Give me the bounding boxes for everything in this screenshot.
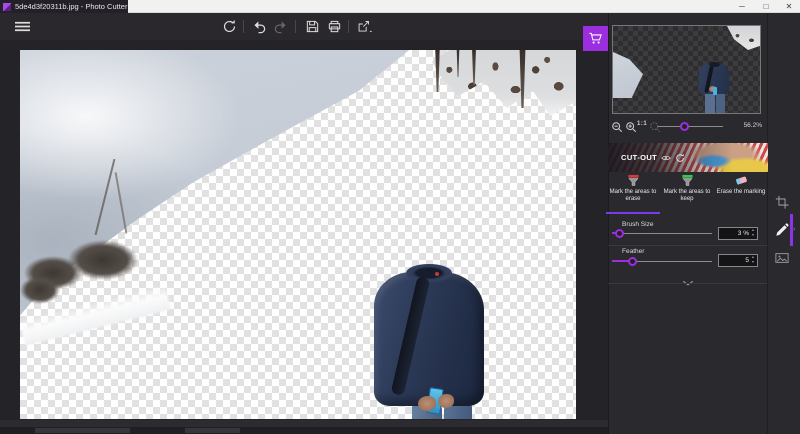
chevron-up-icon[interactable] (682, 136, 694, 142)
maximize-button[interactable]: □ (754, 0, 778, 13)
remaining-trees-region (432, 50, 576, 116)
selected-tool-underline (606, 212, 660, 214)
preview-sky (613, 52, 643, 98)
green-marker-icon (680, 174, 695, 187)
preview-person (713, 87, 717, 95)
spinner-arrows[interactable]: ▲▼ (750, 228, 756, 239)
hamburger-icon[interactable] (14, 18, 31, 35)
spinner-arrows[interactable]: ▲▼ (750, 255, 756, 266)
thumbnail-fragment (185, 428, 240, 433)
chevron-down-icon[interactable] (682, 273, 694, 279)
panel-expander-chevron[interactable]: › (793, 225, 799, 235)
thumbnail-fragment (35, 428, 130, 433)
tool-erase-marking[interactable]: Erase the marking (714, 174, 768, 212)
reset-icon[interactable] (221, 18, 238, 35)
tool-mark-keep[interactable]: Mark the areas to keep (660, 174, 714, 212)
pencil-icon[interactable] (774, 222, 790, 238)
filmstrip-collapse-bar[interactable] (0, 420, 608, 427)
save-icon[interactable] (304, 18, 321, 35)
bush-silhouette (20, 276, 60, 304)
navigator-preview[interactable] (612, 25, 761, 114)
eye-icon[interactable] (661, 153, 671, 163)
red-marker-icon (626, 174, 641, 187)
person-collar (406, 264, 452, 282)
zoom-slider-thumb[interactable] (680, 122, 689, 131)
title-bar: 5de4d3f20311b.jpg - Photo Cutter ─ □ ✕ (0, 0, 800, 13)
zoom-out-icon[interactable] (610, 120, 623, 133)
panel-divider (767, 13, 768, 434)
title-bar-dark-segment: 5de4d3f20311b.jpg - Photo Cutter (0, 0, 128, 13)
zoom-slider-track[interactable] (658, 126, 723, 127)
main-toolbar (0, 13, 608, 40)
photo-cutter-window: 5de4d3f20311b.jpg - Photo Cutter ─ □ ✕ (0, 0, 800, 434)
brush-size-input[interactable]: 3 % ▲▼ (718, 227, 758, 240)
brush-size-label: Brush Size (622, 221, 653, 228)
reset-icon[interactable] (675, 153, 685, 163)
crop-icon[interactable] (774, 194, 790, 210)
remaining-sky-region (20, 50, 576, 419)
cutout-banner: CUT-OUT (608, 143, 768, 172)
feather-input[interactable]: 5 ▲▼ (718, 254, 758, 267)
feather-label: Feather (622, 248, 644, 255)
minimize-button[interactable]: ─ (730, 0, 754, 13)
zoom-value: 56.2% (730, 122, 762, 129)
thumbnail-filmstrip[interactable] (0, 427, 608, 434)
person-hand (418, 396, 436, 411)
app-icon (3, 3, 11, 11)
bush-silhouette (68, 240, 138, 280)
section-divider (608, 245, 767, 246)
brush-size-slider-thumb[interactable] (615, 229, 624, 238)
one-to-one-icon[interactable]: 1:1 (637, 121, 647, 127)
image-canvas[interactable] (20, 50, 576, 419)
close-button[interactable]: ✕ (777, 0, 800, 13)
zipper-pull (435, 272, 439, 276)
tool-mark-erase[interactable]: Mark the areas to erase (606, 174, 660, 212)
person-hand (438, 394, 454, 408)
zoom-in-icon[interactable] (624, 120, 637, 133)
section-divider (608, 283, 767, 284)
preview-person (716, 92, 725, 114)
preview-person (705, 92, 715, 114)
preview-trunk (709, 26, 713, 38)
shopping-cart-icon (588, 31, 603, 46)
eraser-icon (734, 174, 749, 187)
headless-person-cutout (368, 258, 490, 419)
preview-trees (727, 26, 761, 50)
cutout-title: CUT-OUT (621, 153, 657, 162)
image-icon[interactable] (774, 250, 790, 266)
person-jacket (374, 272, 484, 406)
brush-size-slider-track[interactable] (612, 233, 712, 234)
print-icon[interactable] (326, 18, 343, 35)
window-title: 5de4d3f20311b.jpg - Photo Cutter (15, 2, 127, 11)
redo-icon[interactable] (272, 18, 289, 35)
feather-slider-thumb[interactable] (628, 257, 637, 266)
shopping-cart-button[interactable] (583, 26, 608, 51)
undo-icon[interactable] (251, 18, 268, 35)
export-icon[interactable] (356, 18, 373, 35)
